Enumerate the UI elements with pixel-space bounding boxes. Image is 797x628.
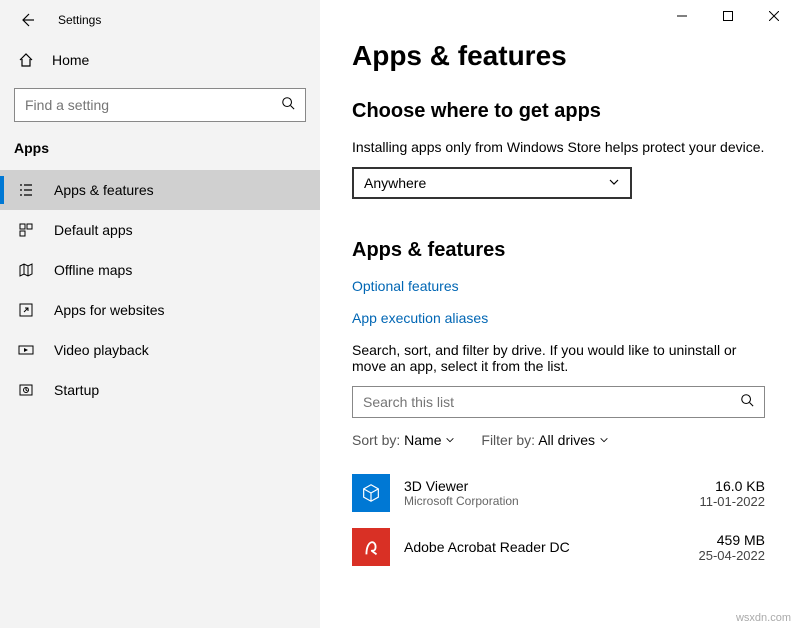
chevron-down-icon <box>599 432 609 448</box>
titlebar: Settings <box>0 0 320 40</box>
maximize-button[interactable] <box>705 0 751 32</box>
app-name: 3D Viewer <box>404 478 685 494</box>
back-arrow-icon[interactable] <box>18 11 36 29</box>
app-search-input[interactable] <box>363 394 754 410</box>
window-title: Settings <box>58 13 101 27</box>
map-icon <box>18 262 34 278</box>
sidebar-item-label: Default apps <box>54 222 133 238</box>
sidebar-item-default-apps[interactable]: Default apps <box>0 210 320 250</box>
search-icon <box>281 96 295 115</box>
search-input[interactable] <box>25 97 295 113</box>
app-execution-aliases-link[interactable]: App execution aliases <box>352 310 765 326</box>
section-heading: Choose where to get apps <box>352 100 765 123</box>
chevron-down-icon <box>608 175 620 191</box>
close-button[interactable] <box>751 0 797 32</box>
sidebar-search[interactable] <box>14 88 306 122</box>
app-size: 16.0 KB <box>699 478 765 494</box>
app-size: 459 MB <box>699 532 766 548</box>
sidebar-item-label: Video playback <box>54 342 149 358</box>
search-icon <box>740 393 754 412</box>
sidebar-item-label: Offline maps <box>54 262 132 278</box>
app-date: 25-04-2022 <box>699 548 766 563</box>
sidebar-item-label: Apps & features <box>54 182 154 198</box>
app-icon <box>352 528 390 566</box>
app-icon <box>352 474 390 512</box>
filter-by-dropdown[interactable]: Filter by: All drives <box>481 432 609 448</box>
list-icon <box>18 182 34 198</box>
video-icon <box>18 342 34 358</box>
app-list-item[interactable]: Adobe Acrobat Reader DC 459 MB 25-04-202… <box>352 520 765 574</box>
app-publisher: Microsoft Corporation <box>404 494 685 508</box>
section-description: Search, sort, and filter by drive. If yo… <box>352 342 765 374</box>
window-controls <box>659 0 797 32</box>
app-list-item[interactable]: 3D Viewer Microsoft Corporation 16.0 KB … <box>352 466 765 520</box>
sort-filter-bar: Sort by: Name Filter by: All drives <box>352 432 765 448</box>
sidebar-home[interactable]: Home <box>0 40 320 80</box>
defaults-icon <box>18 222 34 238</box>
page-title: Apps & features <box>352 40 765 72</box>
home-icon <box>18 52 34 68</box>
dropdown-value: Anywhere <box>364 175 426 191</box>
watermark: wsxdn.com <box>736 612 791 624</box>
sort-by-dropdown[interactable]: Sort by: Name <box>352 432 455 448</box>
section-description: Installing apps only from Windows Store … <box>352 139 765 155</box>
minimize-button[interactable] <box>659 0 705 32</box>
app-date: 11-01-2022 <box>699 494 765 509</box>
sidebar-item-video-playback[interactable]: Video playback <box>0 330 320 370</box>
optional-features-link[interactable]: Optional features <box>352 278 765 294</box>
sidebar-item-apps-features[interactable]: Apps & features <box>0 170 320 210</box>
startup-icon <box>18 382 34 398</box>
chevron-down-icon <box>445 432 455 448</box>
app-source-dropdown[interactable]: Anywhere <box>352 167 632 199</box>
open-icon <box>18 302 34 318</box>
sidebar-category: Apps <box>0 140 320 170</box>
sidebar-item-apps-websites[interactable]: Apps for websites <box>0 290 320 330</box>
sidebar-item-label: Apps for websites <box>54 302 165 318</box>
sidebar: Settings Home Apps Apps & features <box>0 0 320 628</box>
sidebar-item-offline-maps[interactable]: Offline maps <box>0 250 320 290</box>
sidebar-item-startup[interactable]: Startup <box>0 370 320 410</box>
main-pane: Apps & features Choose where to get apps… <box>320 0 797 628</box>
app-list-search[interactable] <box>352 386 765 418</box>
sidebar-home-label: Home <box>52 52 89 68</box>
section-heading: Apps & features <box>352 239 765 262</box>
app-name: Adobe Acrobat Reader DC <box>404 539 685 555</box>
sidebar-item-label: Startup <box>54 382 99 398</box>
